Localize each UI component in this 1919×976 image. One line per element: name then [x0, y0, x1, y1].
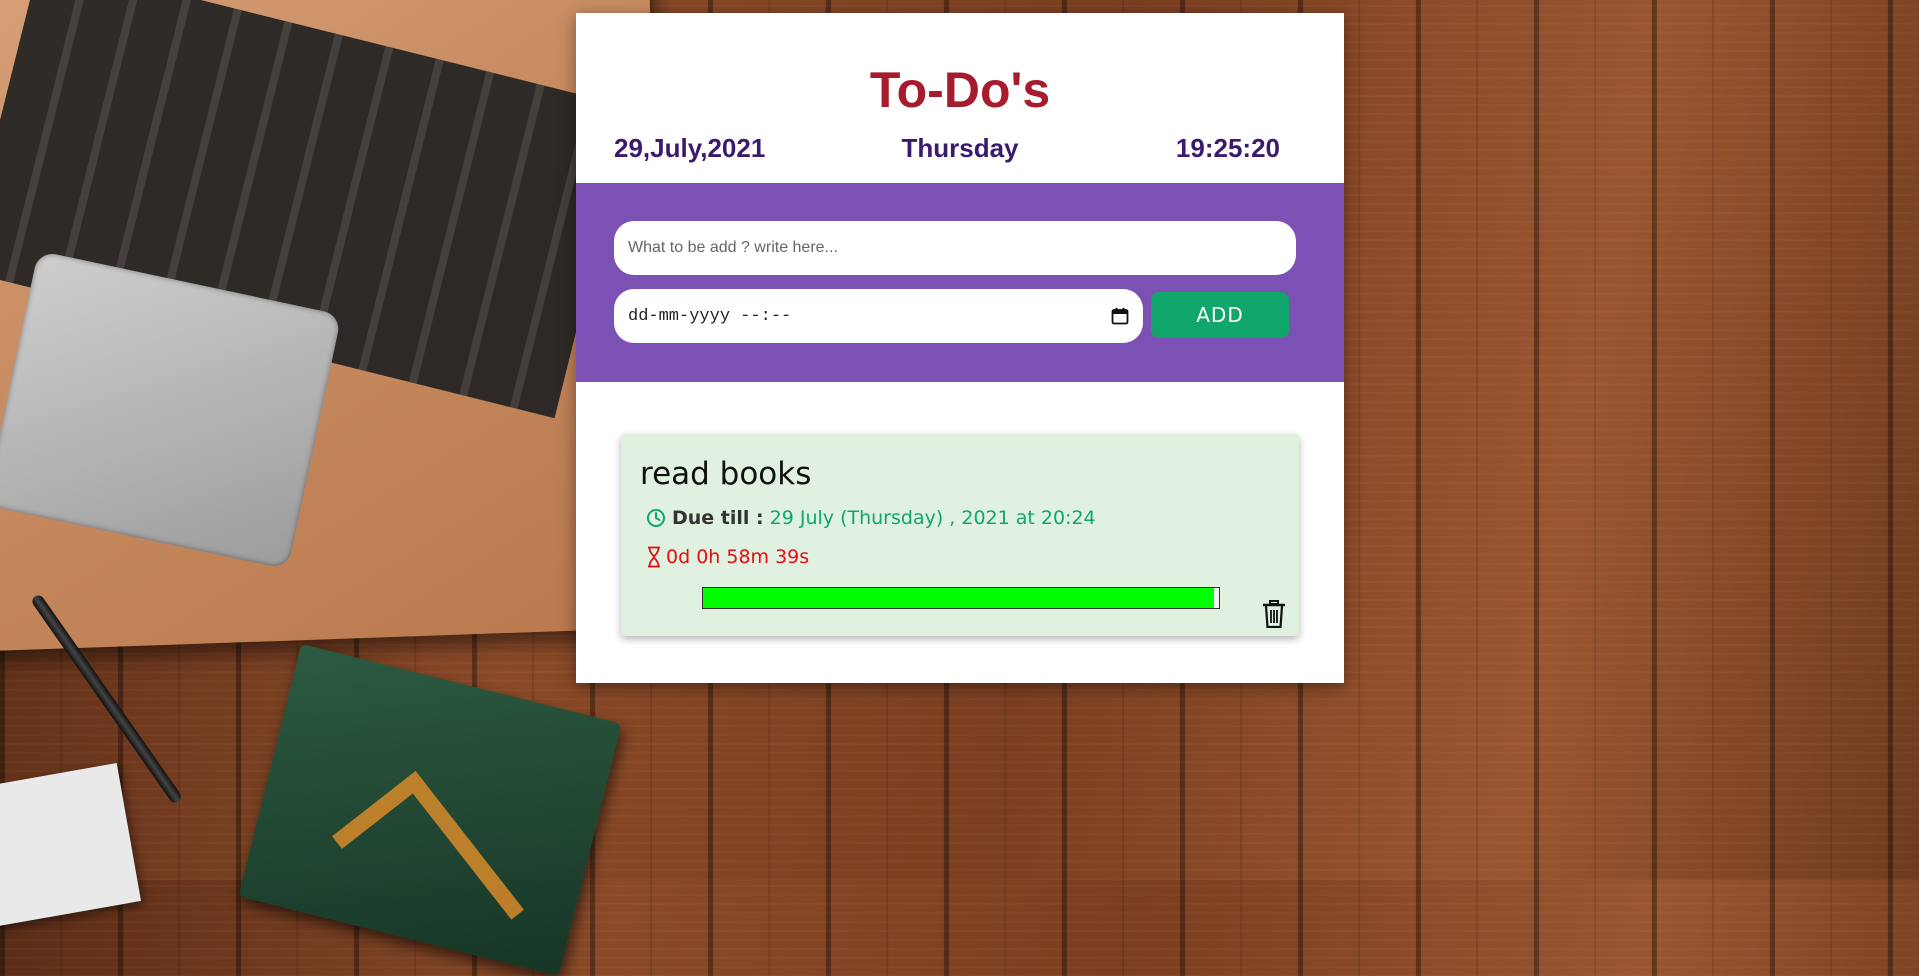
progress-bar-fill — [703, 588, 1214, 608]
add-todo-panel: dd-mm-yyyy --:-- ADD — [576, 183, 1344, 382]
todo-item-card: read books Due till : 29 July (Thursday)… — [621, 434, 1299, 636]
due-row: Due till : 29 July (Thursday) , 2021 at … — [646, 507, 1096, 529]
current-time: 19:25:20 — [1175, 133, 1280, 163]
progress-bar — [702, 587, 1220, 609]
task-input[interactable] — [614, 221, 1296, 275]
due-datetime-input[interactable]: dd-mm-yyyy --:-- — [614, 289, 1143, 343]
todo-title: read books — [640, 456, 812, 492]
date-bar: 29,July,2021 Thursday 19:25:20 — [576, 133, 1344, 173]
todo-app-card: To-Do's 29,July,2021 Thursday 19:25:20 d… — [576, 13, 1344, 683]
due-label: Due till : — [672, 507, 764, 529]
remaining-row: 0d 0h 58m 39s — [646, 546, 809, 568]
datetime-placeholder: dd-mm-yyyy --:-- — [628, 306, 792, 326]
notepad-background-decoration — [0, 763, 142, 927]
hourglass-icon — [648, 546, 660, 568]
add-button[interactable]: ADD — [1151, 292, 1289, 338]
calendar-icon[interactable] — [1111, 307, 1129, 325]
trash-icon[interactable] — [1262, 600, 1286, 628]
clock-icon — [647, 509, 665, 527]
app-title: To-Do's — [869, 62, 1051, 118]
due-value: 29 July (Thursday) , 2021 at 20:24 — [769, 507, 1096, 529]
remaining-time: 0d 0h 58m 39s — [666, 546, 810, 568]
